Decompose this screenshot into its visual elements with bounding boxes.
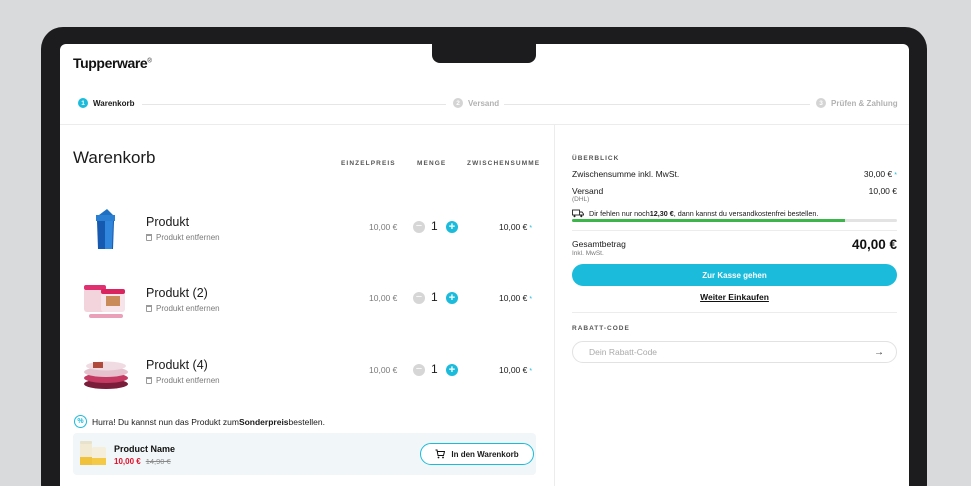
- remove-label: Produkt entfernen: [156, 376, 220, 385]
- row-subtotal: 10,00 € *: [499, 293, 533, 303]
- summary-heading: ÜBERBLICK: [572, 155, 620, 162]
- progress-fill: [572, 219, 845, 222]
- unit-price: 10,00 €: [369, 365, 398, 375]
- remove-product-link[interactable]: Produkt entfernen: [146, 233, 220, 242]
- promo-product-image[interactable]: [77, 437, 111, 471]
- product-name[interactable]: Produkt (2): [146, 286, 208, 300]
- step-number: 1: [78, 98, 88, 108]
- product-name[interactable]: Produkt: [146, 215, 189, 229]
- product-image[interactable]: [79, 205, 131, 253]
- step-shipping: 2 Versand: [453, 98, 499, 108]
- step-cart[interactable]: 1 Warenkorb: [78, 98, 135, 108]
- decrease-quantity-button[interactable]: −: [413, 364, 425, 376]
- unit-price: 10,00 €: [369, 222, 398, 232]
- shipping-carrier: (DHL): [572, 196, 590, 203]
- increase-quantity-button[interactable]: +: [446, 364, 458, 376]
- add-to-cart-button[interactable]: In den Warenkorb: [420, 443, 534, 465]
- screen: Tupperware® 1 Warenkorb 2 Versand 3 Prüf…: [60, 44, 909, 486]
- decrease-quantity-button[interactable]: −: [413, 292, 425, 304]
- step-number: 2: [453, 98, 463, 108]
- step-label: Prüfen & Zahlung: [831, 98, 898, 108]
- coupon-input[interactable]: Dein Rabatt-Code →: [572, 341, 897, 363]
- total-tax-note: Inkl. MwSt.: [572, 250, 604, 257]
- cart-icon: [435, 449, 446, 459]
- checkout-button[interactable]: Zur Kasse gehen: [572, 264, 897, 286]
- promo-message: % Hurra! Du kannst nun das Produkt zum S…: [74, 415, 325, 428]
- product-image[interactable]: [79, 348, 131, 396]
- free-shipping-message: Dir fehlen nur noch 12,30 €, dann kannst…: [572, 209, 818, 218]
- page-title: Warenkorb: [73, 148, 156, 167]
- camera-notch: [432, 44, 536, 63]
- checkout-steps: 1 Warenkorb 2 Versand 3 Prüfen & Zahlung: [78, 98, 898, 112]
- promo-product-card: Product Name 10,00 €14,90 € In den Waren…: [73, 433, 536, 475]
- step-label: Warenkorb: [93, 98, 135, 108]
- step-review-payment: 3 Prüfen & Zahlung: [816, 98, 898, 108]
- arrow-right-icon[interactable]: →: [874, 347, 884, 358]
- percent-icon: %: [74, 415, 87, 428]
- continue-shopping-link[interactable]: Weiter Einkaufen: [572, 292, 897, 302]
- subtotal-label: Zwischensumme inkl. MwSt.: [572, 169, 680, 179]
- product-name[interactable]: Produkt (4): [146, 358, 208, 372]
- promo-old-price: 14,90 €: [145, 457, 171, 466]
- step-connector: [504, 104, 810, 105]
- trash-icon: [146, 377, 152, 384]
- shipping-label: Versand: [572, 186, 604, 196]
- coupon-placeholder: Dein Rabatt-Code: [589, 347, 658, 357]
- remove-product-link[interactable]: Produkt entfernen: [146, 304, 220, 313]
- promo-price: 10,00 €14,90 €: [114, 457, 171, 466]
- step-number: 3: [816, 98, 826, 108]
- shipping-value: 10,00 €: [868, 186, 897, 196]
- trash-icon: [146, 234, 152, 241]
- row-subtotal: 10,00 € *: [499, 365, 533, 375]
- subtotal-value: 30,00 € *: [863, 169, 897, 179]
- cart-row: Produkt Produkt entfernen 10,00 € − 1 + …: [60, 205, 554, 255]
- quantity-value: 1: [431, 362, 438, 376]
- summary-divider: [572, 312, 897, 313]
- decrease-quantity-button[interactable]: −: [413, 221, 425, 233]
- increase-quantity-button[interactable]: +: [446, 221, 458, 233]
- remove-product-link[interactable]: Produkt entfernen: [146, 376, 220, 385]
- remove-label: Produkt entfernen: [156, 304, 220, 313]
- total-label: Gesamtbetrag: [572, 239, 626, 249]
- unit-price: 10,00 €: [369, 293, 398, 303]
- remove-label: Produkt entfernen: [156, 233, 220, 242]
- total-value: 40,00 €: [851, 237, 897, 252]
- step-connector: [142, 104, 446, 105]
- cart-row: Produkt (2) Produkt entfernen 10,00 € − …: [60, 276, 554, 326]
- quantity-value: 1: [431, 290, 438, 304]
- row-subtotal: 10,00 € *: [499, 222, 533, 232]
- tupperware-logo[interactable]: Tupperware®: [73, 55, 152, 71]
- step-label: Versand: [468, 98, 500, 108]
- coupon-heading: RABATT-CODE: [572, 325, 630, 332]
- truck-icon: [572, 209, 584, 218]
- column-header-quantity: MENGE: [417, 160, 447, 167]
- header-divider: [60, 124, 909, 125]
- product-image[interactable]: [79, 276, 131, 324]
- free-shipping-progress: [572, 219, 897, 222]
- column-header-subtotal: ZWISCHENSUMME: [467, 160, 541, 167]
- increase-quantity-button[interactable]: +: [446, 292, 458, 304]
- trash-icon: [146, 305, 152, 312]
- quantity-value: 1: [431, 219, 438, 233]
- promo-product-name[interactable]: Product Name: [114, 444, 175, 454]
- cart-row: Produkt (4) Produkt entfernen 10,00 € − …: [60, 348, 554, 398]
- summary-divider: [572, 230, 897, 231]
- column-divider: [554, 125, 555, 486]
- column-header-unit-price: EINZELPREIS: [341, 160, 396, 167]
